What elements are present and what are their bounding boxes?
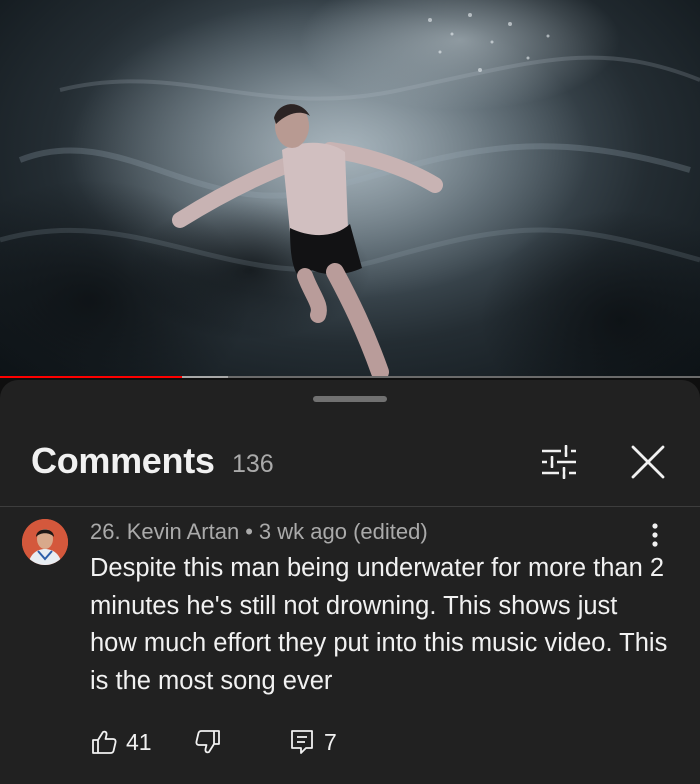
sort-filter-icon (542, 445, 576, 479)
thumbs-down-icon (195, 730, 220, 754)
reply-comment-icon (291, 730, 313, 754)
comment-meta: 26. Kevin Artan • 3 wk ago (edited) (90, 519, 428, 545)
close-comments-button[interactable] (624, 438, 672, 486)
close-icon (631, 445, 665, 479)
video-frame (0, 0, 700, 378)
thumbs-up-icon (92, 730, 117, 754)
reply-button[interactable]: 7 (288, 724, 337, 760)
dislike-button[interactable] (194, 724, 222, 760)
meta-separator: • (245, 519, 253, 544)
comments-header: Comments 136 (0, 420, 700, 507)
more-vertical-icon (652, 523, 658, 547)
avatar[interactable] (22, 519, 68, 565)
comment-author[interactable]: 26. Kevin Artan (90, 519, 239, 544)
progress-played (0, 376, 182, 378)
comment-actions: 41 7 (90, 724, 670, 760)
comment-more-button[interactable] (640, 520, 670, 550)
comments-title: Comments (31, 440, 215, 481)
drag-handle[interactable] (313, 396, 387, 402)
like-button[interactable]: 41 (90, 724, 152, 760)
like-count: 41 (126, 728, 152, 755)
comments-sheet: Comments 136 26. Kevin Artan • 3 wk ago … (0, 380, 700, 784)
comments-count: 136 (232, 450, 274, 478)
comment-text: Despite this man being underwater for mo… (90, 554, 668, 695)
reply-count: 7 (324, 728, 337, 755)
comment-timestamp: 3 wk ago (edited) (258, 519, 428, 544)
sort-filter-button[interactable] (534, 438, 582, 486)
video-progress-bar[interactable] (0, 376, 700, 378)
video-player[interactable] (0, 0, 700, 378)
avatar-image (22, 519, 68, 565)
